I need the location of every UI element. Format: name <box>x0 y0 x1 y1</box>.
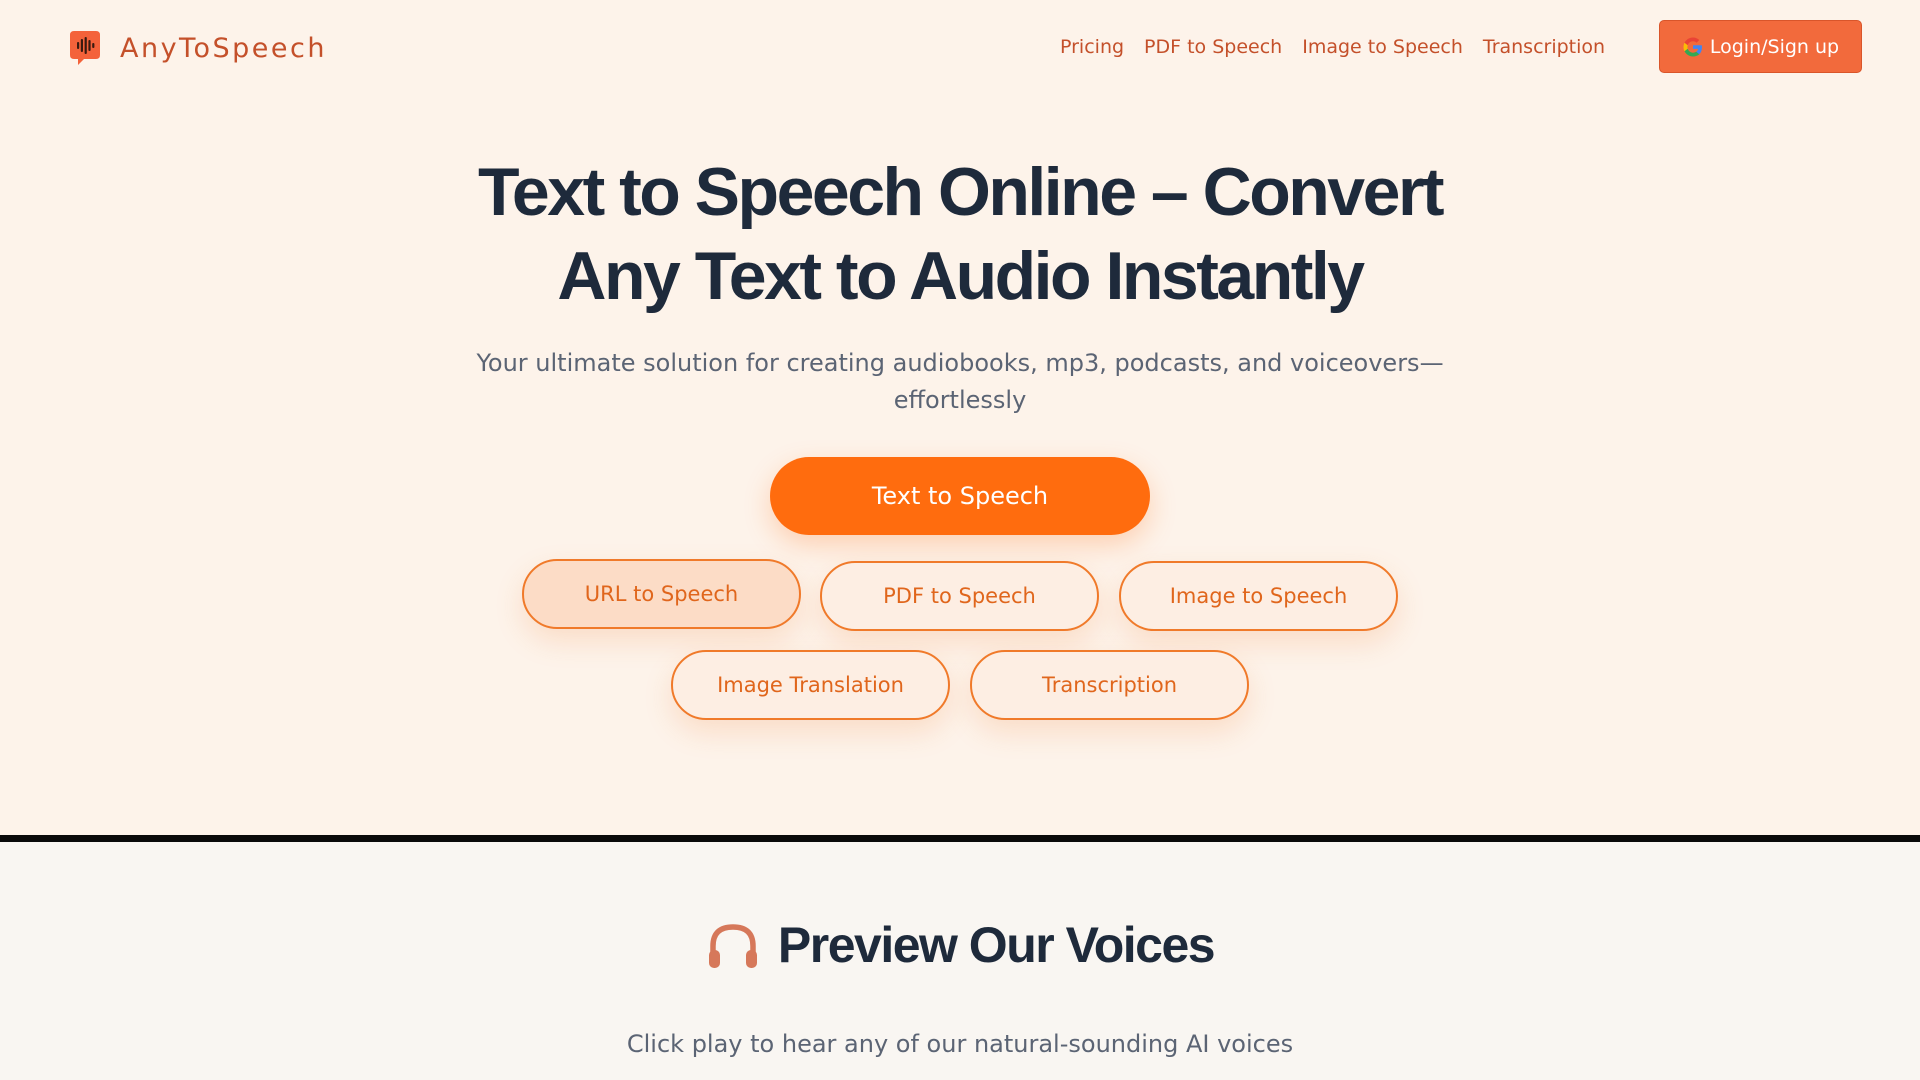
preview-subtitle: Click play to hear any of our natural-so… <box>626 1030 1294 1058</box>
headline-line-2: Any Text to Audio Instantly <box>557 238 1365 314</box>
image-to-speech-button[interactable]: Image to Speech <box>1119 561 1398 631</box>
speech-bubble-waveform-icon <box>70 31 100 65</box>
url-to-speech-button[interactable]: URL to Speech <box>522 559 801 629</box>
brand-logo[interactable]: AnyToSpeech <box>68 28 327 68</box>
nav-image-to-speech[interactable]: Image to Speech <box>1302 36 1463 58</box>
hero-subtitle: Your ultimate solution for creating audi… <box>460 345 1460 419</box>
preview-title: Preview Our Voices <box>777 917 1216 973</box>
subtitle-line-1: Your ultimate solution for creating audi… <box>476 349 1444 377</box>
image-translation-button[interactable]: Image Translation <box>671 650 950 720</box>
preview-heading: Preview Our Voices <box>0 915 1920 975</box>
transcription-button[interactable]: Transcription <box>970 650 1249 720</box>
nav-pricing[interactable]: Pricing <box>1060 36 1124 58</box>
brand-name: AnyToSpeech <box>120 32 327 64</box>
page-title: Text to Speech Online – Convert Any Text… <box>360 150 1560 318</box>
headphones-icon <box>708 924 757 968</box>
google-icon <box>1683 37 1702 56</box>
headline-line-1: Text to Speech Online – Convert <box>477 154 1445 230</box>
nav-transcription[interactable]: Transcription <box>1483 36 1605 58</box>
login-label: Login/Sign up <box>1709 35 1840 58</box>
nav-pdf-to-speech[interactable]: PDF to Speech <box>1144 36 1282 58</box>
subtitle-line-2: effortlessly <box>893 386 1027 414</box>
text-to-speech-button[interactable]: Text to Speech <box>770 457 1150 535</box>
pdf-to-speech-button[interactable]: PDF to Speech <box>820 561 1099 631</box>
login-signup-button[interactable]: Login/Sign up <box>1659 20 1862 73</box>
main-nav: Pricing PDF to Speech Image to Speech Tr… <box>1060 33 1605 61</box>
section-divider <box>0 835 1920 842</box>
